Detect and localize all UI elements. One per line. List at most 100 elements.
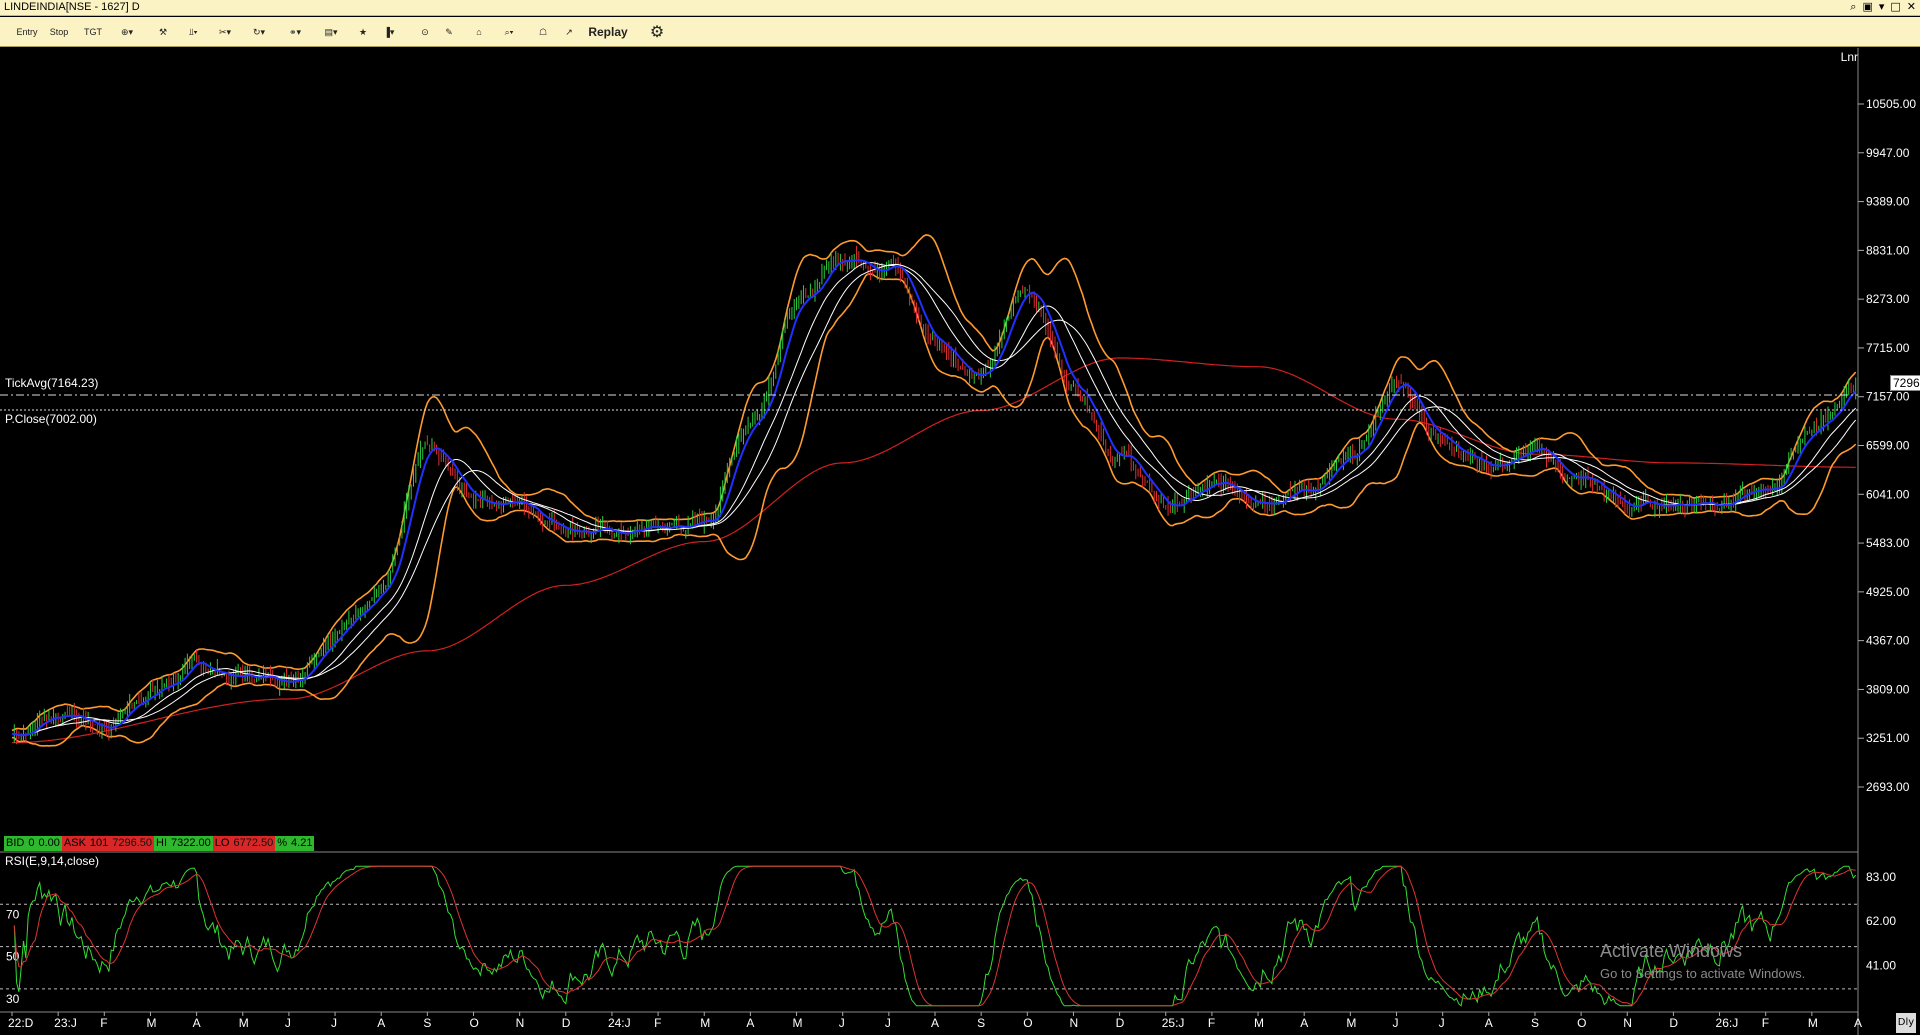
rsi-signal-line (13, 865, 1856, 1007)
bid-price: 0.00 (36, 836, 62, 851)
time-axis-label: O (1577, 1016, 1586, 1030)
time-axis-label: M (146, 1016, 156, 1030)
ema-line (11, 259, 1857, 737)
template-icon[interactable]: ▤▾ (318, 22, 344, 42)
ask-label: ASK (61, 836, 88, 851)
time-axis-label: M (1346, 1016, 1356, 1030)
ask-price: 7296.50 (110, 836, 155, 851)
high-label: HI (154, 836, 170, 851)
zoom-icon[interactable]: ⌕▾ (496, 22, 522, 42)
time-axis-label: M (1254, 1016, 1264, 1030)
bid-qty: 0 (26, 836, 37, 851)
time-axis-label: O (470, 1016, 479, 1030)
time-axis-label: A (1300, 1016, 1308, 1030)
scanner-icon[interactable]: ⊙ (412, 22, 438, 42)
time-axis-label: F (1762, 1016, 1769, 1030)
time-axis-label: S (977, 1016, 985, 1030)
minimize-button[interactable]: ▾ (1879, 0, 1885, 14)
price-axis-label: 9947.00 (1866, 146, 1910, 160)
price-axis-label: 10505.00 (1866, 97, 1916, 111)
price-axis-label: 9389.00 (1866, 195, 1910, 209)
time-axis-label: J (285, 1016, 291, 1030)
tick-average-label: TickAvg(7164.23) (5, 376, 99, 390)
quote-bar: BID 0 0.00 ASK 101 7296.50 HI 7322.00 LO… (4, 836, 315, 851)
time-axis-label: M (793, 1016, 803, 1030)
time-axis-label: N (516, 1016, 525, 1030)
last-price-tag: 7296.50 (1890, 375, 1920, 391)
time-axis-label: J (839, 1016, 845, 1030)
time-axis-label: D (1669, 1016, 1678, 1030)
price-axis-label: 7157.00 (1866, 390, 1910, 404)
time-axis-label: N (1623, 1016, 1632, 1030)
price-axis-label: 8831.00 (1866, 243, 1910, 257)
time-axis-label: A (1854, 1016, 1862, 1030)
time-axis-label: M (239, 1016, 249, 1030)
time-axis-label: J (331, 1016, 337, 1030)
chart-toolbar: Entry Stop TGT ⊕▾ ⚒ ⫫▾ ✂▾ ↻▾ ⚭▾ ▤▾ ★ ▐▾ ⊙ ✎ ⌂ ⌕▾ ☖ ↗ Repla… (0, 17, 1920, 47)
time-axis-label: M (1808, 1016, 1818, 1030)
time-axis-label: 22:D (8, 1016, 34, 1030)
high-value: 7322.00 (169, 836, 213, 851)
time-axis-label: N (1069, 1016, 1078, 1030)
time-axis-label: D (1116, 1016, 1125, 1030)
candle-type-icon[interactable]: ⫫▾ (180, 22, 206, 42)
activation-watermark-sub: Go to Settings to activate Windows. (1600, 966, 1806, 981)
window-controls: ⌕ ▣ ▾ □ ✕ (1850, 0, 1916, 14)
previous-close-label: P.Close(7002.00) (5, 412, 97, 426)
ma-20-line (11, 262, 1857, 736)
title-bar: LINDEINDIA[NSE - 1627] D ⌕ ▣ ▾ □ ✕ (0, 0, 1920, 16)
chart-canvas[interactable]: 10505.00 9947.00 9389.00 8831.00 8273.00 7715… (0, 48, 1920, 1035)
time-axis-label: M (700, 1016, 710, 1030)
restore-button[interactable]: □ (1890, 0, 1900, 14)
time-axis-label: A (377, 1016, 385, 1030)
indicator-icon[interactable]: ▐▾ (376, 22, 402, 42)
time-axis-label: F (654, 1016, 661, 1030)
percent-change: 4.21 (289, 836, 315, 851)
draw-icon[interactable]: ⚒ (150, 22, 176, 42)
ma-30-line (11, 263, 1857, 736)
link-icon[interactable]: ⚭▾ (282, 22, 308, 42)
time-axis-label: F (100, 1016, 107, 1030)
bid-label: BID (4, 836, 27, 851)
search-window-icon[interactable]: ⌕ (1850, 0, 1856, 14)
price-axis-label: 4925.00 (1866, 585, 1910, 599)
rsi-axis-label: 62.00 (1866, 914, 1896, 928)
scale-mode-label[interactable]: Lnr (1841, 50, 1858, 64)
time-axis-label: O (1023, 1016, 1032, 1030)
rsi-left-level-label: 30 (6, 992, 20, 1006)
time-axis-label: A (931, 1016, 939, 1030)
time-axis-label: S (1531, 1016, 1539, 1030)
entry-icon[interactable]: Entry (14, 22, 40, 42)
price-axis-label: 3809.00 (1866, 682, 1910, 696)
alert-icon[interactable]: ⌂ (466, 22, 492, 42)
gear-icon[interactable]: ⚙ (644, 22, 670, 42)
rsi-left-level-label: 70 (6, 907, 20, 921)
price-axis-label: 6599.00 (1866, 439, 1910, 453)
link-window-icon[interactable]: ▣ (1862, 0, 1872, 14)
time-axis-label: S (423, 1016, 431, 1030)
rsi-axis-label: 83.00 (1866, 870, 1896, 884)
time-axis-label: F (1208, 1016, 1215, 1030)
annotate-icon[interactable]: ✎ (436, 22, 462, 42)
price-axis-label: 4367.00 (1866, 634, 1910, 648)
interval-button[interactable]: Dly (1896, 1013, 1916, 1033)
rsi-line (13, 865, 1857, 1007)
undo-icon[interactable]: ↻▾ (246, 22, 272, 42)
replay-button[interactable]: Replay (578, 22, 638, 42)
activation-watermark: Activate Windows (1600, 941, 1743, 961)
rsi-indicator-label[interactable]: RSI(E,9,14,close) (5, 854, 99, 868)
stop-icon[interactable]: Stop (46, 22, 72, 42)
star-icon[interactable]: ★ (350, 22, 376, 42)
target-icon[interactable]: TGT (80, 22, 106, 42)
price-axis-label: 6041.00 (1866, 487, 1910, 501)
time-axis-label: A (193, 1016, 201, 1030)
price-axis-label: 2693.00 (1866, 780, 1910, 794)
scissors-icon[interactable]: ✂▾ (212, 22, 238, 42)
time-axis-label: J (1393, 1016, 1399, 1030)
crosshair-icon[interactable]: ⊕▾ (114, 22, 140, 42)
delete-icon[interactable]: ☖ (530, 22, 556, 42)
window-title: LINDEINDIA[NSE - 1627] D (4, 1, 140, 13)
low-label: LO (212, 836, 232, 851)
close-button[interactable]: ✕ (1907, 0, 1916, 14)
price-axis-label: 3251.00 (1866, 731, 1910, 745)
